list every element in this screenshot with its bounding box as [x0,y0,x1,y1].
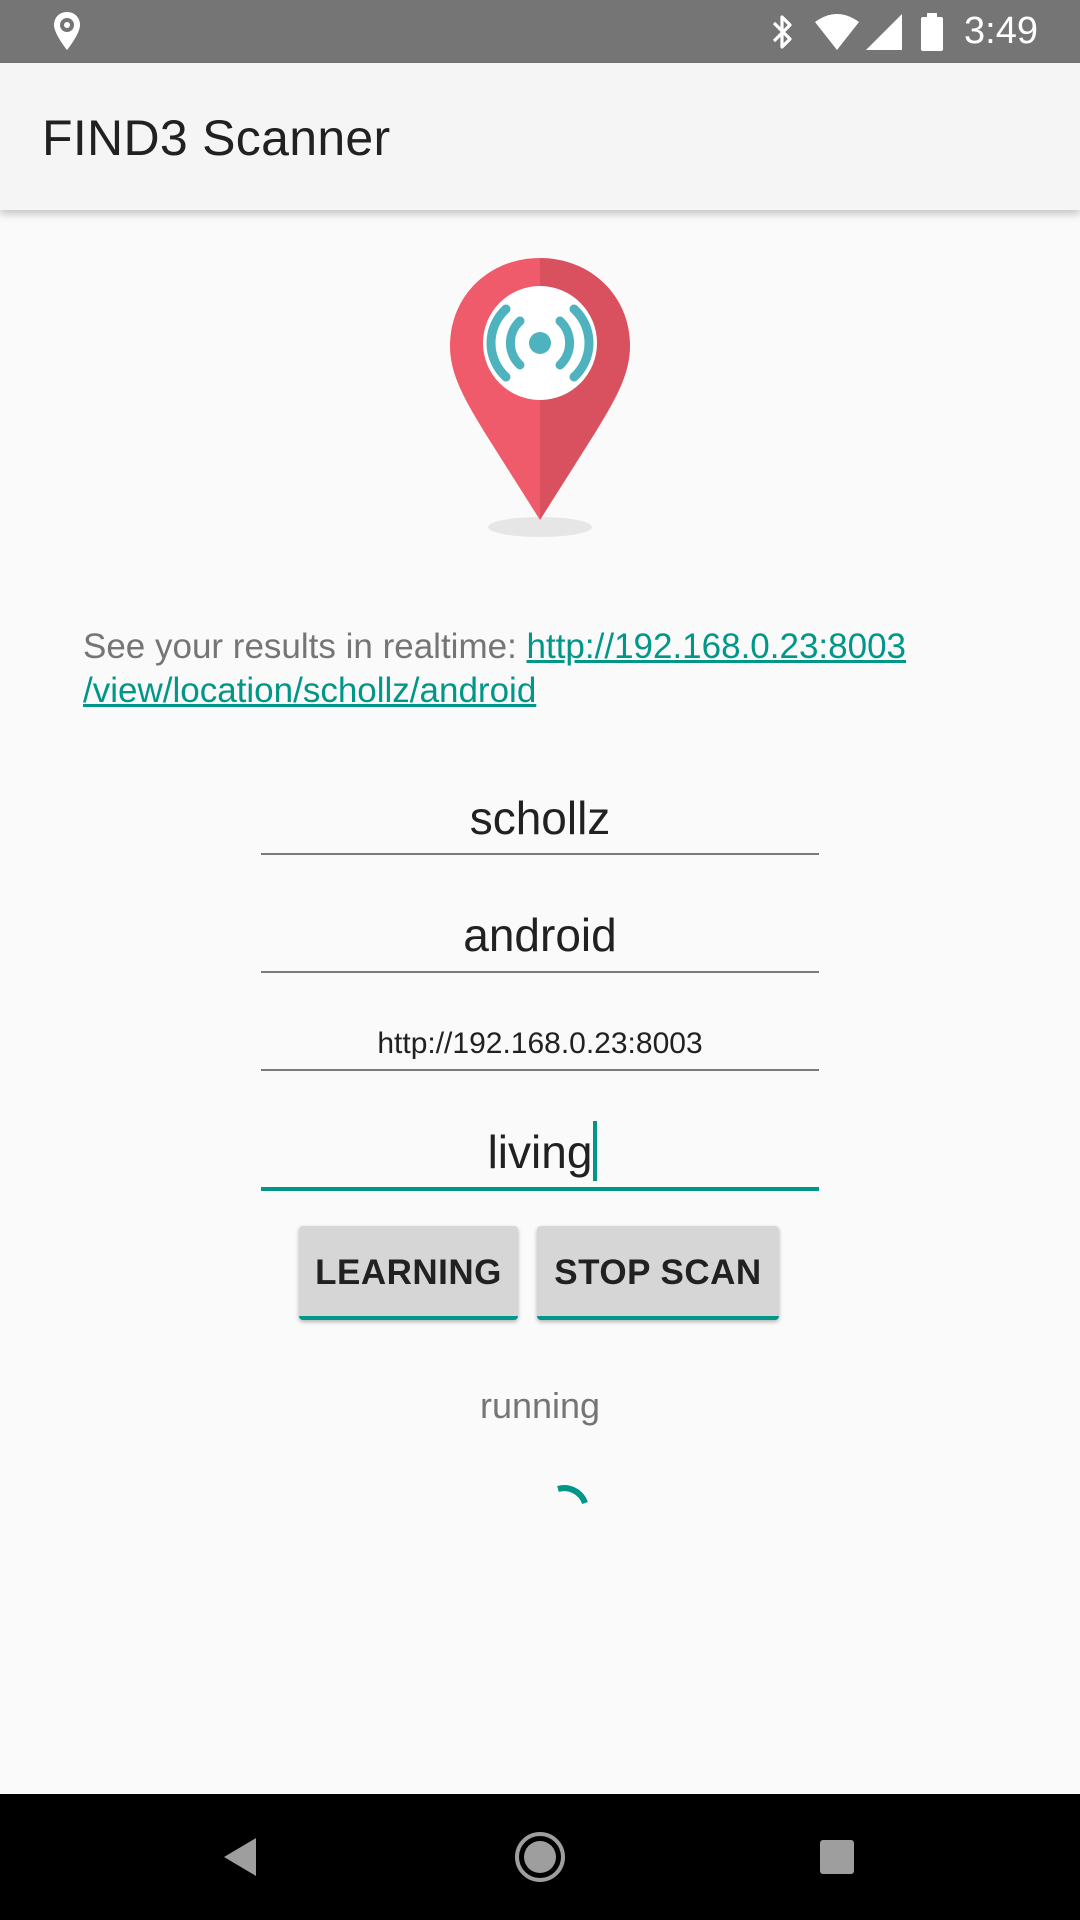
location-input[interactable] [261,1122,819,1182]
text-cursor [593,1121,597,1181]
status-bar: 3:49 [0,0,1080,63]
back-icon[interactable] [206,1822,276,1892]
signal-icon [866,13,903,50]
app-title: FIND3 Scanner [42,110,391,166]
home-icon[interactable] [505,1822,575,1892]
server-input[interactable] [261,1022,819,1066]
screen: 3:49 FIND3 Scanner See your results in r… [0,0,1080,1920]
learning-button-underline [299,1316,518,1320]
realtime-link-line1: http://192.168.0.23:8003 [526,627,907,666]
status-text: running [479,1385,601,1426]
battery-icon [921,12,944,51]
app-bar: FIND3 Scanner [0,63,1080,210]
find3-location-wifi-logo [450,258,630,537]
stop-scan-button-underline [537,1316,779,1320]
location-input-underline [261,1187,819,1191]
progress-spinner [557,1485,588,1505]
status-time: 3:49 [964,10,1038,52]
server-input-underline [261,1069,819,1071]
realtime-prefix: See your results in realtime: [83,627,527,666]
bluetooth-icon [772,14,792,49]
device-input-underline [261,971,819,973]
navigation-bar [0,1794,1080,1920]
stop-scan-button[interactable]: STOP SCAN [537,1226,779,1320]
learning-button[interactable]: LEARNING [299,1226,518,1320]
wifi-icon [815,13,860,50]
learning-button-label: LEARNING [315,1253,502,1292]
family-input[interactable] [261,788,819,848]
realtime-text: See your results in realtime: http://192… [83,625,1003,713]
location-pin-icon [54,12,80,50]
family-input-underline [261,853,819,855]
realtime-link-line2: /view/location/schollz/android [83,671,537,710]
recents-icon[interactable] [802,1822,872,1892]
stop-scan-button-label: STOP SCAN [554,1253,762,1292]
device-input[interactable] [261,905,819,965]
